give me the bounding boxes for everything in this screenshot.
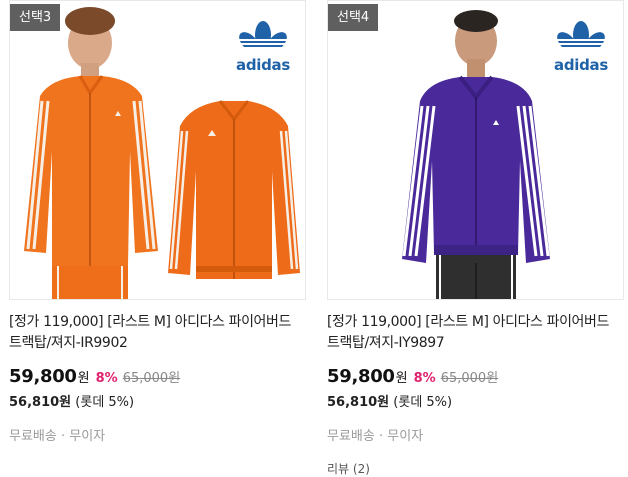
product-image[interactable]: 선택4 adidas [327, 0, 624, 300]
product-card[interactable]: 선택3 adidas [정가 119,000] [라스트 M] 아디다스 파이어… [9, 0, 306, 465]
original-price: 65,000원 [440, 371, 499, 386]
brand-name: adidas [236, 56, 290, 74]
product-image[interactable]: 선택3 adidas [9, 0, 306, 300]
product-card[interactable]: 선택4 adidas [정가 119,000] [라스트 M] 아디다스 파이어… [327, 0, 624, 476]
price-unit: 원 [395, 371, 408, 386]
price-row: 59,800 원 8% 65,000원 [327, 366, 624, 388]
discount-rate: 8% [95, 371, 118, 386]
selection-badge: 선택3 [10, 4, 61, 31]
card-note: (롯데 5%) [75, 395, 135, 410]
adidas-logo: adidas [231, 21, 295, 74]
card-discount-row: 56,810원 (롯데 5%) [327, 391, 624, 410]
card-price: 56,810원 [9, 395, 72, 410]
original-price: 65,000원 [122, 371, 181, 386]
price-row: 59,800 원 8% 65,000원 [9, 366, 306, 388]
product-title[interactable]: [정가 119,000] [라스트 M] 아디다스 파이어버드 트랙탑/져지-I… [327, 312, 624, 354]
card-note: (롯데 5%) [393, 395, 453, 410]
sale-price: 59,800 [327, 366, 395, 387]
card-discount-row: 56,810원 (롯데 5%) [9, 391, 306, 410]
discount-rate: 8% [413, 371, 436, 386]
selection-badge: 선택4 [328, 4, 379, 31]
shipping-info: 무료배송 · 무이자 [9, 429, 106, 444]
brand-name: adidas [554, 56, 608, 74]
review-count[interactable]: 리뷰 (2) [327, 460, 624, 477]
sale-price: 59,800 [9, 366, 77, 387]
price-unit: 원 [77, 371, 90, 386]
trefoil-icon [232, 21, 294, 55]
product-title[interactable]: [정가 119,000] [라스트 M] 아디다스 파이어버드 트랙탑/져지-I… [9, 312, 306, 354]
trefoil-icon [550, 21, 612, 55]
adidas-logo: adidas [549, 21, 613, 74]
shipping-info: 무료배송 · 무이자 [327, 429, 424, 444]
card-price: 56,810원 [327, 395, 390, 410]
